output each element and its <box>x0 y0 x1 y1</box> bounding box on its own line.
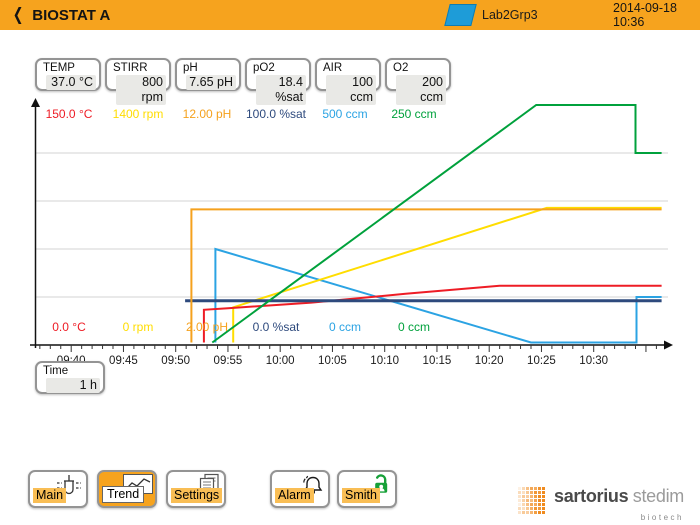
time-label: 10:36 <box>613 16 677 30</box>
nav-trend-label: Trend <box>102 486 144 503</box>
sartorius-logo: sartorius stedim biotech <box>518 486 684 525</box>
pv-o2-button[interactable]: O2 200 ccm <box>385 58 451 91</box>
date-label: 2014-09-18 <box>613 2 677 16</box>
series-ph <box>191 209 661 342</box>
vessel-flag-icon <box>444 4 476 26</box>
back-button[interactable]: ❮ BIOSTAT A <box>11 5 110 25</box>
nav-settings-button[interactable]: Settings <box>166 470 226 508</box>
nav-alarm-button[interactable]: Alarm <box>270 470 330 508</box>
x-tick-label: 10:20 <box>475 355 504 367</box>
series-air <box>215 249 661 343</box>
x-tick-label: 10:30 <box>579 355 608 367</box>
logo-text: sartorius stedim biotech <box>554 486 684 525</box>
pv-temp-label: TEMP <box>43 62 96 74</box>
x-tick-label: 09:45 <box>109 355 138 367</box>
pv-po2-label: pO2 <box>253 62 306 74</box>
pv-temp-value: 37.0 °C <box>46 75 96 90</box>
nav-settings-label: Settings <box>171 488 222 503</box>
nav-user-label: Smith <box>342 488 380 503</box>
x-tick-label: 10:25 <box>527 355 556 367</box>
trend-chart: 09:4009:4509:5009:5510:0010:0510:1010:15… <box>0 90 700 375</box>
pv-temp-button[interactable]: TEMP 37.0 °C <box>35 58 101 91</box>
pv-stirr-label: STIRR <box>113 62 166 74</box>
x-tick-label: 09:55 <box>214 355 243 367</box>
back-chevron-icon: ❮ <box>13 5 24 25</box>
x-tick-label: 10:05 <box>318 355 347 367</box>
x-axis-arrow-icon <box>664 341 673 350</box>
process-group-chip[interactable]: Lab2Grp3 <box>447 4 538 26</box>
time-window-label: Time <box>43 365 100 377</box>
x-tick-label: 09:50 <box>161 355 190 367</box>
series-o2 <box>212 105 661 343</box>
nav-main-button[interactable]: Main <box>28 470 88 508</box>
nav-trend-button[interactable]: Trend <box>97 470 157 508</box>
pv-ph-value: 7.65 pH <box>186 75 236 90</box>
x-tick-label: 10:15 <box>423 355 452 367</box>
pv-ph-button[interactable]: pH 7.65 pH <box>175 58 241 91</box>
brand-sub: biotech <box>554 508 684 525</box>
x-tick-label: 10:00 <box>266 355 295 367</box>
series-stirr <box>233 208 661 343</box>
datetime-display: 2014-09-18 10:36 <box>613 2 677 29</box>
header-bar: ❮ BIOSTAT A Lab2Grp3 2014-09-18 10:36 <box>0 0 700 30</box>
time-window-value: 1 h <box>46 378 100 393</box>
process-group-label: Lab2Grp3 <box>482 8 538 22</box>
nav-user-button[interactable]: Smith <box>337 470 397 508</box>
page-title: BIOSTAT A <box>32 7 110 24</box>
biostat-screen: ❮ BIOSTAT A Lab2Grp3 2014-09-18 10:36 TE… <box>0 0 700 525</box>
x-tick-label: 10:10 <box>370 355 399 367</box>
brand-primary: sartorius <box>554 486 628 506</box>
nav-alarm-label: Alarm <box>275 488 314 503</box>
pv-po2-button[interactable]: pO2 18.4 %sat <box>245 58 311 91</box>
pv-ph-label: pH <box>183 62 236 74</box>
brand-secondary: stedim <box>633 486 684 506</box>
pv-o2-label: O2 <box>393 62 446 74</box>
pv-air-button[interactable]: AIR 100 ccm <box>315 58 381 91</box>
nav-main-label: Main <box>33 488 66 503</box>
logo-pixel-icon <box>518 487 545 514</box>
y-axis-arrow-icon <box>31 98 40 107</box>
pv-air-label: AIR <box>323 62 376 74</box>
pv-stirr-button[interactable]: STIRR 800 rpm <box>105 58 171 91</box>
time-window-button[interactable]: Time 1 h <box>35 361 105 394</box>
